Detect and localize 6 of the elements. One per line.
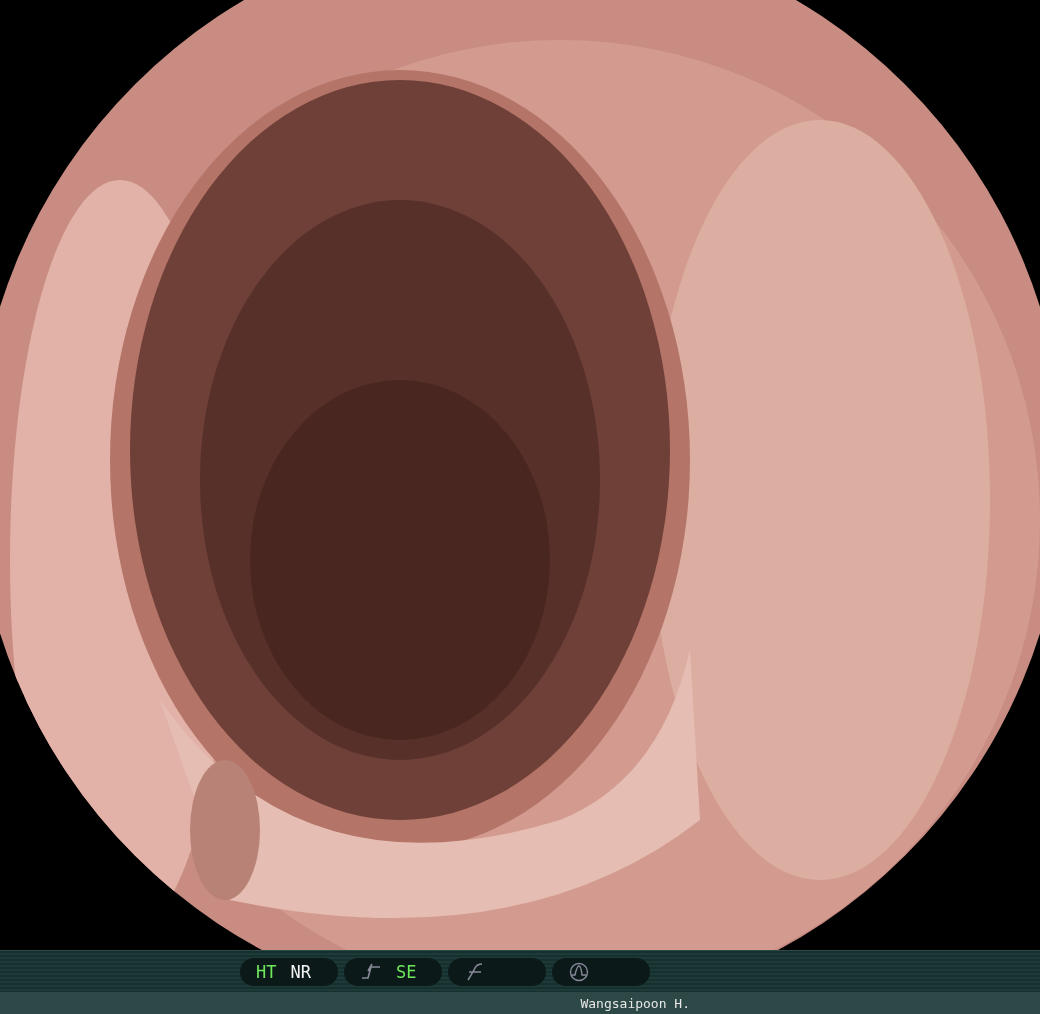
mode-indicator: NR	[290, 961, 311, 982]
tone-curve-icon	[360, 961, 382, 982]
operator-name: Wangsaipoon H.	[580, 995, 690, 1011]
mode-indicator: HT	[256, 961, 277, 982]
waveform-icon	[568, 961, 590, 982]
mode-indicator: SE	[396, 961, 417, 982]
